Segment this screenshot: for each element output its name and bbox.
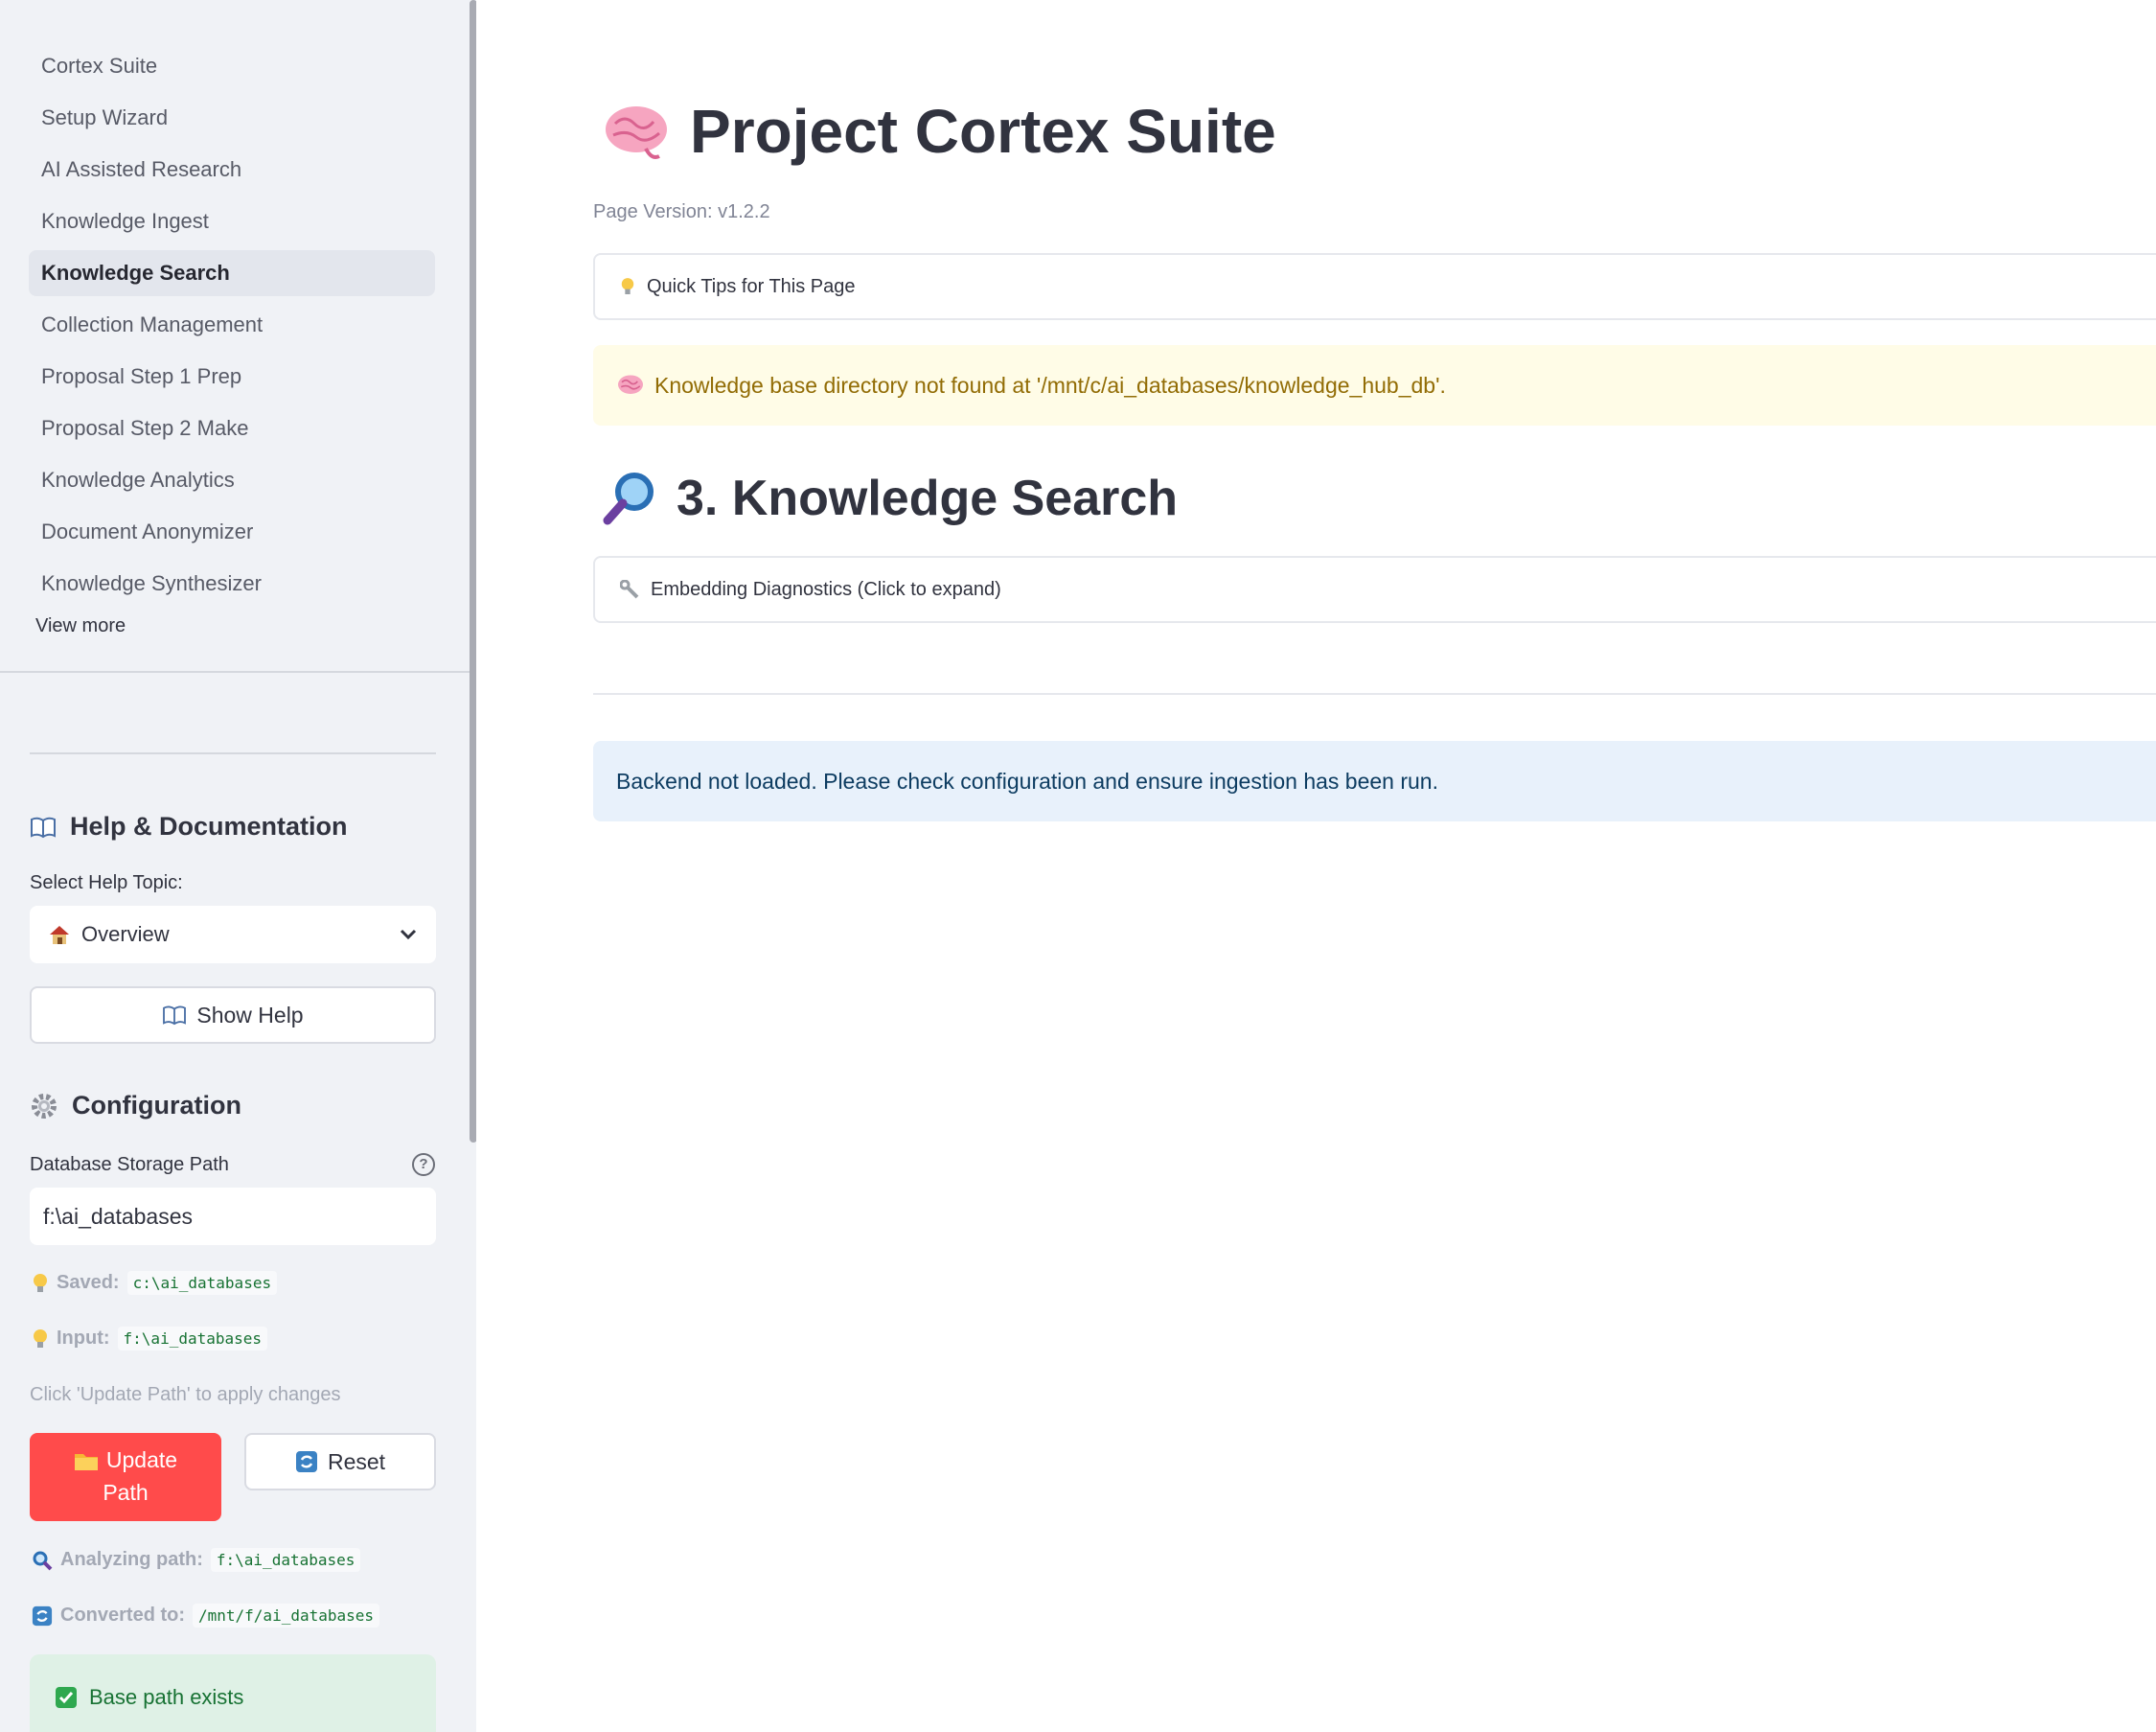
section-title-text: 3. Knowledge Search — [677, 471, 1179, 526]
magnifier-icon — [32, 1550, 53, 1571]
analyzing-label: Analyzing path: — [60, 1549, 203, 1570]
analyzing-path-line: Analyzing path: f:\ai_databases — [32, 1548, 361, 1572]
sidebar-nav: Cortex Suite Setup Wizard AI Assisted Re… — [29, 43, 435, 612]
update-path-label-2: Path — [103, 1480, 149, 1505]
backend-info-text: Backend not loaded. Please check configu… — [616, 768, 1438, 794]
quick-tips-label: Quick Tips for This Page — [647, 275, 856, 297]
section-title: 3. Knowledge Search — [602, 470, 1178, 527]
nav-item-knowledge-search[interactable]: Knowledge Search — [29, 250, 435, 296]
lightbulb-icon — [32, 1328, 49, 1350]
kb-warning-alert: Knowledge base directory not found at '/… — [593, 345, 2156, 426]
embedding-diagnostics-label: Embedding Diagnostics (Click to expand) — [651, 578, 1001, 600]
nav-item-knowledge-analytics[interactable]: Knowledge Analytics — [29, 457, 435, 503]
help-topic-label: Select Help Topic: — [30, 872, 183, 893]
nav-item-proposal-step-1-prep[interactable]: Proposal Step 1 Prep — [29, 354, 435, 400]
quick-tips-expander[interactable]: Quick Tips for This Page — [593, 253, 2156, 320]
lightbulb-icon — [620, 276, 635, 297]
update-path-line1: Update — [74, 1446, 177, 1475]
db-path-label: Database Storage Path — [30, 1154, 229, 1175]
book-icon — [30, 816, 57, 839]
nav-item-setup-wizard[interactable]: Setup Wizard — [29, 95, 435, 141]
book-icon — [162, 1005, 187, 1026]
chevron-down-icon — [398, 924, 419, 945]
nav-item-knowledge-ingest[interactable]: Knowledge Ingest — [29, 198, 435, 244]
nav-item-collection-management[interactable]: Collection Management — [29, 302, 435, 348]
base-path-success-alert: Base path exists — [30, 1654, 436, 1732]
reset-label: Reset — [327, 1448, 386, 1474]
input-path-line: Input: f:\ai_databases — [32, 1327, 268, 1351]
nav-item-document-anonymizer[interactable]: Document Anonymizer — [29, 509, 435, 555]
converted-label: Converted to: — [60, 1605, 185, 1626]
wrench-icon — [620, 580, 639, 599]
help-heading-text: Help & Documentation — [70, 812, 348, 841]
show-help-button[interactable]: Show Help — [30, 986, 436, 1044]
help-topic-select[interactable]: Overview — [30, 906, 436, 963]
house-icon — [47, 923, 72, 946]
input-label: Input: — [57, 1328, 110, 1349]
help-topic-value: Overview — [81, 922, 170, 946]
check-icon — [55, 1686, 78, 1709]
nav-item-cortex-suite[interactable]: Cortex Suite — [29, 43, 435, 89]
base-path-success-text: Base path exists — [89, 1685, 244, 1709]
converted-path-line: Converted to: /mnt/f/ai_databases — [32, 1604, 380, 1628]
sidebar: Cortex Suite Setup Wizard AI Assisted Re… — [0, 0, 476, 1732]
magnifier-icon — [602, 471, 659, 526]
config-heading-text: Configuration — [72, 1091, 241, 1120]
brain-icon — [616, 373, 645, 398]
page-title-text: Project Cortex Suite — [690, 97, 1276, 166]
help-tooltip-icon[interactable]: ? — [412, 1153, 435, 1176]
brain-icon — [602, 101, 671, 162]
analyzing-value: f:\ai_databases — [210, 1548, 361, 1572]
input-value: f:\ai_databases — [117, 1327, 268, 1351]
reset-button[interactable]: Reset — [244, 1433, 436, 1490]
sidebar-divider — [30, 752, 436, 754]
saved-path-line: Saved: c:\ai_databases — [32, 1271, 278, 1295]
page-version: Page Version: v1.2.2 — [593, 201, 770, 222]
nav-item-ai-assisted-research[interactable]: AI Assisted Research — [29, 147, 435, 193]
saved-value: c:\ai_databases — [126, 1271, 278, 1295]
nav-divider — [0, 671, 470, 673]
config-heading: Configuration — [30, 1091, 241, 1120]
kb-warning-text: Knowledge base directory not found at '/… — [654, 372, 1446, 398]
update-path-button[interactable]: Update Path — [30, 1433, 221, 1521]
refresh-icon — [295, 1450, 318, 1473]
saved-label: Saved: — [57, 1272, 120, 1293]
db-path-input[interactable] — [30, 1188, 436, 1245]
refresh-icon — [32, 1605, 53, 1627]
help-heading: Help & Documentation — [30, 812, 348, 842]
nav-item-proposal-step-2-make[interactable]: Proposal Step 2 Make — [29, 405, 435, 451]
backend-info-alert: Backend not loaded. Please check configu… — [593, 741, 2156, 821]
main-divider — [593, 693, 2156, 695]
gear-icon — [30, 1092, 58, 1120]
sidebar-scrollbar[interactable] — [470, 0, 476, 1143]
show-help-label: Show Help — [196, 1002, 304, 1028]
main-content: Project Cortex Suite Page Version: v1.2.… — [477, 0, 2156, 1732]
nav-item-knowledge-synthesizer[interactable]: Knowledge Synthesizer — [29, 561, 435, 607]
folder-icon — [74, 1450, 99, 1471]
update-hint: Click 'Update Path' to apply changes — [30, 1384, 341, 1405]
lightbulb-icon — [32, 1273, 49, 1294]
view-more-link[interactable]: View more — [35, 615, 126, 637]
embedding-diagnostics-expander[interactable]: Embedding Diagnostics (Click to expand) — [593, 556, 2156, 623]
converted-value: /mnt/f/ai_databases — [193, 1604, 380, 1628]
page-title: Project Cortex Suite — [602, 96, 1276, 167]
update-path-label-1: Update — [105, 1447, 178, 1473]
